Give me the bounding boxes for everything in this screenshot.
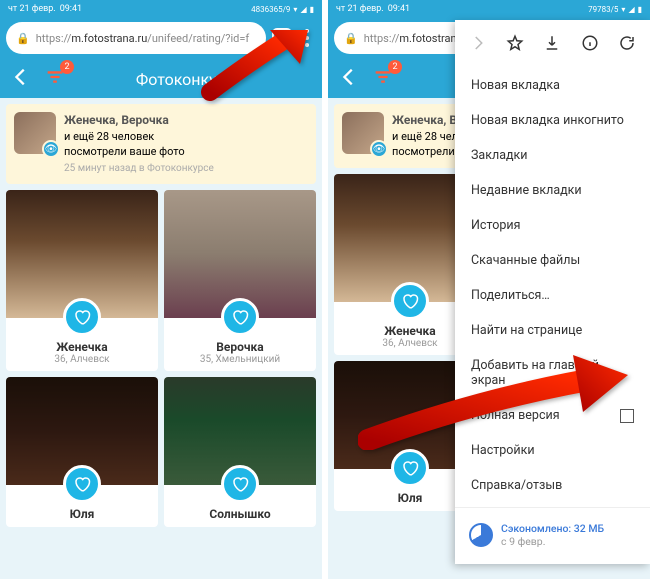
lock-icon: 🔒 <box>16 32 30 45</box>
content-area: 👁 Женечка, Верочка и ещё 28 человек посм… <box>0 98 322 579</box>
filter-button[interactable]: 2 <box>372 66 394 92</box>
eye-icon: 👁 <box>42 140 60 158</box>
download-icon[interactable] <box>543 34 561 56</box>
browser-menu: Новая вкладка Новая вкладка инкогнито За… <box>455 20 650 564</box>
card-name: Юля <box>6 507 158 521</box>
photo-grid: Юля Солнышко <box>0 377 322 527</box>
like-button[interactable] <box>391 449 429 487</box>
star-icon[interactable] <box>506 34 524 56</box>
data-saver-title: Сэкономлено: 32 МБ <box>501 522 604 535</box>
signal-icon: ◢ <box>300 5 306 14</box>
like-button[interactable] <box>63 298 101 336</box>
notif-sub: и ещё 28 человек <box>64 129 214 144</box>
lock-icon: 🔒 <box>344 32 358 45</box>
menu-item-recent-tabs[interactable]: Недавние вкладки <box>455 173 650 208</box>
notif-avatar: 👁 <box>14 112 56 154</box>
card-name: Верочка <box>164 340 316 354</box>
data-saver-row[interactable]: Сэкономлено: 32 МБ с 9 февр. <box>455 512 650 558</box>
photo-card[interactable]: Женечка 36, Алчевск <box>6 190 158 371</box>
like-button[interactable] <box>221 465 259 503</box>
menu-separator <box>455 507 650 508</box>
wifi-icon: ▾ <box>621 5 625 14</box>
status-date: чт 21 февр. <box>8 4 56 14</box>
status-time: 09:41 <box>388 4 410 14</box>
url-bar: 🔒 https://m.fotostrana.ru/unifeed/rating… <box>6 20 316 56</box>
card-location: 35, Хмельницкий <box>164 354 316 365</box>
menu-item-find[interactable]: Найти на странице <box>455 313 650 348</box>
menu-item-history[interactable]: История <box>455 208 650 243</box>
status-bar: чт 21 февр. 09:41 79783/5 ▾ ◢ ▮ <box>328 0 650 18</box>
photo-card[interactable]: Юля <box>6 377 158 527</box>
page-header: 2 Фотоконкурс <box>0 60 322 98</box>
reload-icon[interactable] <box>618 34 636 56</box>
phone-left: чт 21 февр. 09:41 4836365/9 ▾ ◢ ▮ 🔒 http… <box>0 0 322 579</box>
data-saver-sub: с 9 февр. <box>501 535 604 548</box>
notif-avatar: 👁 <box>342 112 384 154</box>
eye-icon: 👁 <box>370 140 388 158</box>
menu-item-add-home[interactable]: Добавить на главный экран <box>455 348 650 398</box>
menu-item-settings[interactable]: Настройки <box>455 433 650 468</box>
menu-item-share[interactable]: Поделиться… <box>455 278 650 313</box>
like-button[interactable] <box>63 465 101 503</box>
menu-item-desktop[interactable]: Полная версия <box>455 398 650 433</box>
battery-icon: ▮ <box>638 5 642 14</box>
battery-icon: ▮ <box>310 5 314 14</box>
notification-card[interactable]: 👁 Женечка, Верочка и ещё 28 человек посм… <box>6 104 316 184</box>
status-net: 79783/5 <box>588 5 618 14</box>
menu-item-incognito[interactable]: Новая вкладка инкогнито <box>455 103 650 138</box>
menu-dots-icon[interactable] <box>298 29 316 47</box>
signal-icon: ◢ <box>628 5 634 14</box>
filter-button[interactable]: 2 <box>44 66 66 92</box>
back-button[interactable] <box>10 66 32 92</box>
notif-line2: посмотрели ваше фото <box>64 144 214 159</box>
menu-item-downloads[interactable]: Скачанные файлы <box>455 243 650 278</box>
back-button[interactable] <box>338 66 360 92</box>
wifi-icon: ▾ <box>293 5 297 14</box>
url-field[interactable]: 🔒 https://m.fotostrana.ru/unifeed/rating… <box>6 22 266 54</box>
menu-item-help[interactable]: Справка/отзыв <box>455 468 650 503</box>
phone-right: чт 21 февр. 09:41 79783/5 ▾ ◢ ▮ 🔒 https:… <box>328 0 650 579</box>
card-name: Женечка <box>6 340 158 354</box>
status-date: чт 21 февр. <box>336 4 384 14</box>
data-saver-icon <box>469 523 493 547</box>
filter-badge: 2 <box>388 60 402 74</box>
forward-icon[interactable] <box>469 34 487 56</box>
menu-toolbar <box>455 26 650 68</box>
photo-card[interactable]: Солнышко <box>164 377 316 527</box>
photo-grid: Женечка 36, Алчевск Верочка 35, Хмельниц… <box>0 190 322 371</box>
like-button[interactable] <box>391 282 429 320</box>
status-time: 09:41 <box>60 4 82 14</box>
notif-time: 25 минут назад в Фотоконкурсе <box>64 162 214 176</box>
card-location: 36, Алчевск <box>6 354 158 365</box>
tab-count[interactable]: 6 <box>272 28 292 48</box>
page-title: Фотоконкурс <box>58 70 312 89</box>
card-name: Солнышко <box>164 507 316 521</box>
status-bar: чт 21 февр. 09:41 4836365/9 ▾ ◢ ▮ <box>0 0 322 18</box>
menu-item-bookmarks[interactable]: Закладки <box>455 138 650 173</box>
info-icon[interactable] <box>581 34 599 56</box>
photo-card[interactable]: Верочка 35, Хмельницкий <box>164 190 316 371</box>
status-net: 4836365/9 <box>251 5 290 14</box>
desktop-checkbox[interactable] <box>620 409 634 423</box>
menu-item-new-tab[interactable]: Новая вкладка <box>455 68 650 103</box>
filter-badge: 2 <box>60 60 74 74</box>
notif-title: Женечка, Верочка <box>64 112 214 129</box>
like-button[interactable] <box>221 298 259 336</box>
